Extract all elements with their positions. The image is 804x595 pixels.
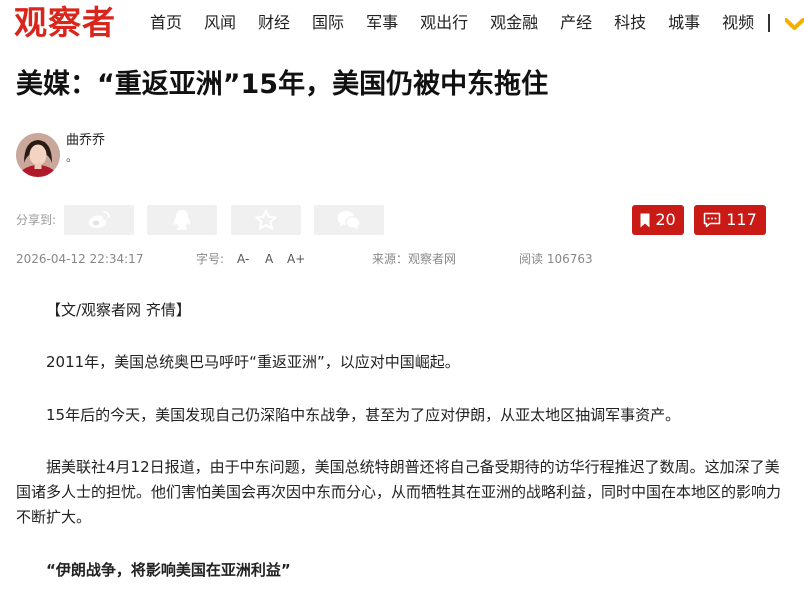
nav-item-military[interactable]: 军事 [366, 12, 398, 34]
share-qq-button[interactable] [147, 205, 217, 235]
byline-paragraph: 【文/观察者网 齐倩】 [46, 301, 191, 319]
wechat-icon [337, 211, 361, 230]
nav-item-travel[interactable]: 观出行 [420, 12, 468, 34]
share-wechat-button[interactable] [314, 205, 384, 235]
share-weibo-button[interactable] [64, 205, 134, 235]
chevron-down-icon[interactable] [785, 16, 804, 32]
bookmark-icon [640, 213, 650, 227]
weibo-icon [88, 211, 110, 228]
comments-button[interactable]: 117 [694, 205, 766, 235]
article-paragraph: 据美联社4月12日报道，由于中东问题，美国总统特朗普还将自己备受期待的访华行程推… [16, 458, 782, 526]
nav-divider [768, 14, 770, 32]
comment-count: 117 [726, 210, 757, 229]
nav-item-finance[interactable]: 财经 [258, 12, 290, 34]
author-avatar[interactable] [16, 133, 60, 177]
nav-item-city[interactable]: 城事 [668, 12, 700, 34]
favorite-count: 20 [655, 210, 676, 229]
nav-item-tech[interactable]: 科技 [614, 12, 646, 34]
article-paragraph: 15年后的今天，美国发现自己仍深陷中东战争，甚至为了应对伊朗，从亚太地区抽调军事… [46, 406, 681, 424]
section-subheading: “伊朗战争，将影响美国在亚洲利益” [46, 561, 291, 579]
font-size-small-button[interactable]: A- [237, 251, 249, 267]
article-source: 来源：观察者网 [372, 252, 457, 266]
site-logo[interactable]: 观察者 [14, 4, 116, 42]
article-paragraph: 2011年，美国总统奥巴马呼吁“重返亚洲”，以应对中国崛起。 [46, 353, 460, 371]
author-subtitle: 。 [66, 150, 79, 164]
share-qzone-button[interactable] [231, 205, 301, 235]
qq-icon [173, 210, 191, 230]
article-title: 美媒：“重返亚洲”15年，美国仍被中东拖住 [16, 69, 549, 100]
nav-item-international[interactable]: 国际 [312, 12, 344, 34]
read-count: 阅读 106763 [519, 252, 593, 266]
qzone-icon [255, 209, 277, 230]
main-nav: 首页 风闻 财经 国际 军事 观出行 观金融 产经 科技 城事 视频 [150, 12, 776, 34]
comment-icon [703, 212, 721, 228]
publish-datetime: 2026-04-12 22:34:17 [16, 252, 144, 266]
avatar-image [16, 133, 60, 177]
author-name[interactable]: 曲乔乔 [66, 132, 105, 150]
nav-item-industry[interactable]: 产经 [560, 12, 592, 34]
font-size-large-button[interactable]: A+ [287, 251, 305, 267]
nav-item-video[interactable]: 视频 [722, 12, 754, 34]
font-size-normal-button[interactable]: A [265, 251, 273, 267]
nav-item-fengwen[interactable]: 风闻 [204, 12, 236, 34]
font-size-label: 字号: [196, 252, 225, 266]
favorite-button[interactable]: 20 [632, 205, 684, 235]
share-label: 分享到: [16, 213, 57, 227]
nav-item-home[interactable]: 首页 [150, 12, 182, 34]
nav-item-financial[interactable]: 观金融 [490, 12, 538, 34]
